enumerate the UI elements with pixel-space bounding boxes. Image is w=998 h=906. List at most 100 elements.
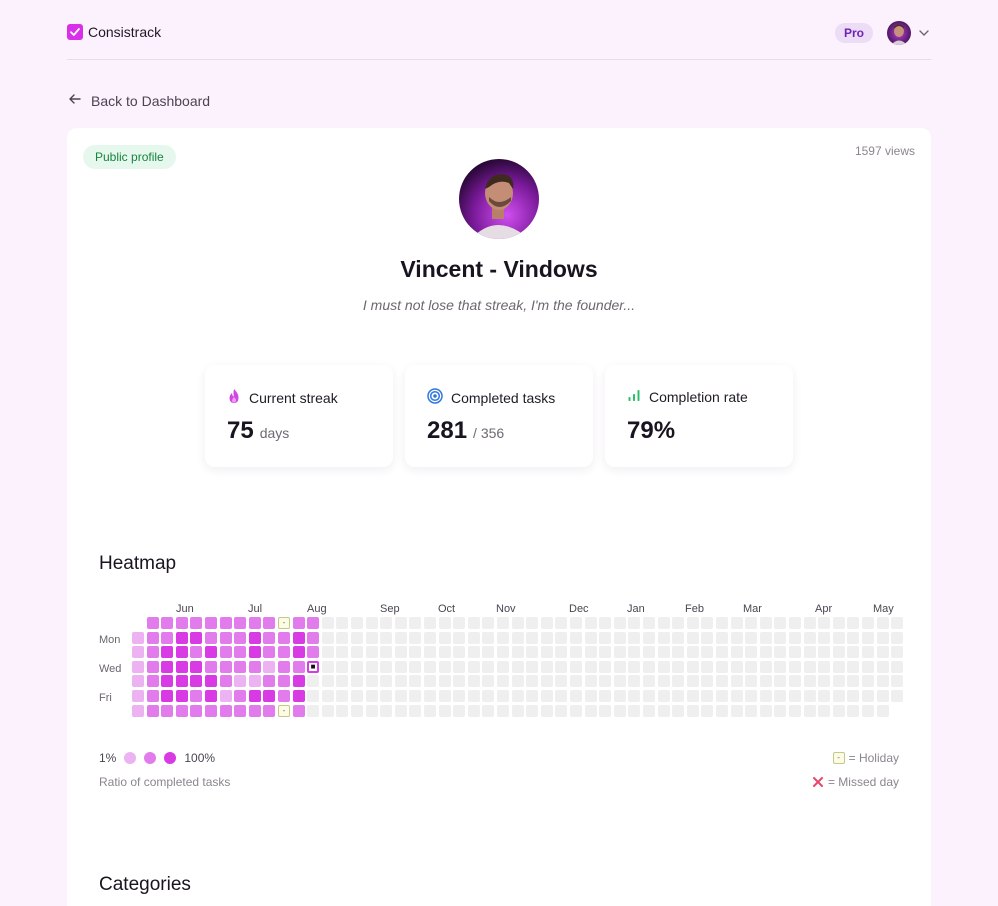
heatmap-cell[interactable]: [877, 646, 889, 658]
heatmap-cell[interactable]: [614, 705, 626, 717]
heatmap-cell[interactable]: [833, 661, 845, 673]
heatmap-cell[interactable]: [862, 661, 874, 673]
heatmap-cell[interactable]: [409, 675, 421, 687]
heatmap-cell[interactable]: [745, 646, 757, 658]
heatmap-cell[interactable]: [526, 632, 538, 644]
heatmap-cell[interactable]: [716, 617, 728, 629]
heatmap-cell[interactable]: [891, 646, 903, 658]
heatmap-cell[interactable]: [453, 617, 465, 629]
heatmap-cell[interactable]: [234, 705, 246, 717]
heatmap-cell[interactable]: [672, 690, 684, 702]
heatmap-cell[interactable]: [716, 675, 728, 687]
heatmap-cell[interactable]: [541, 705, 553, 717]
heatmap-cell[interactable]: [804, 661, 816, 673]
heatmap-cell[interactable]: [424, 646, 436, 658]
heatmap-cell[interactable]: [789, 690, 801, 702]
heatmap-cell[interactable]: [643, 661, 655, 673]
heatmap-cell[interactable]: [293, 661, 305, 673]
heatmap-cell[interactable]: [614, 675, 626, 687]
heatmap-cell[interactable]: [818, 632, 830, 644]
heatmap-cell[interactable]: [628, 661, 640, 673]
heatmap-cell[interactable]: [205, 705, 217, 717]
heatmap-cell[interactable]: [147, 690, 159, 702]
heatmap-cell[interactable]: [278, 661, 290, 673]
heatmap-cell[interactable]: [409, 632, 421, 644]
heatmap-cell[interactable]: [599, 632, 611, 644]
heatmap-cell[interactable]: [293, 705, 305, 717]
heatmap-cell[interactable]: [161, 705, 173, 717]
heatmap-cell[interactable]: [833, 632, 845, 644]
heatmap-cell[interactable]: [804, 675, 816, 687]
heatmap-cell[interactable]: [234, 690, 246, 702]
heatmap-cell[interactable]: [234, 675, 246, 687]
heatmap-cell[interactable]: [643, 675, 655, 687]
heatmap-cell[interactable]: [512, 646, 524, 658]
heatmap-cell[interactable]: [497, 675, 509, 687]
heatmap-cell[interactable]: [760, 617, 772, 629]
heatmap-cell[interactable]: [512, 632, 524, 644]
heatmap-cell[interactable]: [804, 690, 816, 702]
heatmap-cell[interactable]: [249, 690, 261, 702]
heatmap-cell[interactable]: [482, 632, 494, 644]
heatmap-cell[interactable]: [220, 617, 232, 629]
heatmap-cell[interactable]: [263, 690, 275, 702]
heatmap-cell[interactable]: [482, 705, 494, 717]
heatmap-cell[interactable]: [220, 690, 232, 702]
heatmap-cell[interactable]: [366, 646, 378, 658]
heatmap-cell[interactable]: [555, 690, 567, 702]
heatmap-cell-today[interactable]: ■: [307, 661, 319, 673]
heatmap-cell[interactable]: [847, 675, 859, 687]
heatmap-cell[interactable]: [745, 632, 757, 644]
heatmap-cell[interactable]: [336, 675, 348, 687]
heatmap-cell[interactable]: [526, 617, 538, 629]
heatmap-cell[interactable]: [745, 705, 757, 717]
heatmap-cell[interactable]: [249, 675, 261, 687]
heatmap-cell[interactable]: [541, 675, 553, 687]
chevron-down-icon[interactable]: [917, 26, 931, 40]
heatmap-cell[interactable]: [701, 646, 713, 658]
heatmap-cell[interactable]: [161, 690, 173, 702]
heatmap-cell[interactable]: [789, 705, 801, 717]
heatmap-cell[interactable]: [672, 617, 684, 629]
heatmap-cell[interactable]: [585, 705, 597, 717]
heatmap-cell[interactable]: [570, 690, 582, 702]
heatmap-cell[interactable]: [263, 632, 275, 644]
heatmap-cell[interactable]: [555, 675, 567, 687]
heatmap-cell[interactable]: [395, 690, 407, 702]
heatmap-cell[interactable]: [745, 617, 757, 629]
heatmap-cell[interactable]: [190, 661, 202, 673]
heatmap-cell[interactable]: [497, 617, 509, 629]
heatmap-cell[interactable]: [439, 632, 451, 644]
heatmap-cell[interactable]: [234, 661, 246, 673]
heatmap-cell[interactable]: [760, 705, 772, 717]
heatmap-cell[interactable]: [760, 632, 772, 644]
heatmap-cell[interactable]: [526, 646, 538, 658]
heatmap-cell[interactable]: [468, 675, 480, 687]
heatmap-cell[interactable]: [862, 646, 874, 658]
heatmap-cell[interactable]: [307, 632, 319, 644]
heatmap-cell[interactable]: [278, 646, 290, 658]
heatmap-cell[interactable]: [351, 646, 363, 658]
heatmap-cell[interactable]: [336, 705, 348, 717]
heatmap-cell[interactable]: [205, 617, 217, 629]
heatmap-cell[interactable]: [307, 690, 319, 702]
heatmap-cell[interactable]: [614, 661, 626, 673]
heatmap-cell[interactable]: [293, 675, 305, 687]
heatmap-cell[interactable]: [570, 646, 582, 658]
heatmap-cell[interactable]: [687, 617, 699, 629]
heatmap-cell[interactable]: [482, 661, 494, 673]
heatmap-cell[interactable]: [205, 661, 217, 673]
heatmap-cell[interactable]: [497, 661, 509, 673]
heatmap-cell[interactable]: [716, 661, 728, 673]
heatmap-cell[interactable]: [322, 705, 334, 717]
heatmap-cell[interactable]: [760, 661, 772, 673]
heatmap-cell[interactable]: [322, 675, 334, 687]
heatmap-cell[interactable]: [366, 632, 378, 644]
heatmap-cell[interactable]: [249, 705, 261, 717]
heatmap-cell[interactable]: [643, 632, 655, 644]
heatmap-cell[interactable]: [482, 690, 494, 702]
heatmap-cell[interactable]: [147, 675, 159, 687]
heatmap-cell[interactable]: [439, 661, 451, 673]
heatmap-cell[interactable]: [147, 646, 159, 658]
heatmap-cell[interactable]: [570, 617, 582, 629]
